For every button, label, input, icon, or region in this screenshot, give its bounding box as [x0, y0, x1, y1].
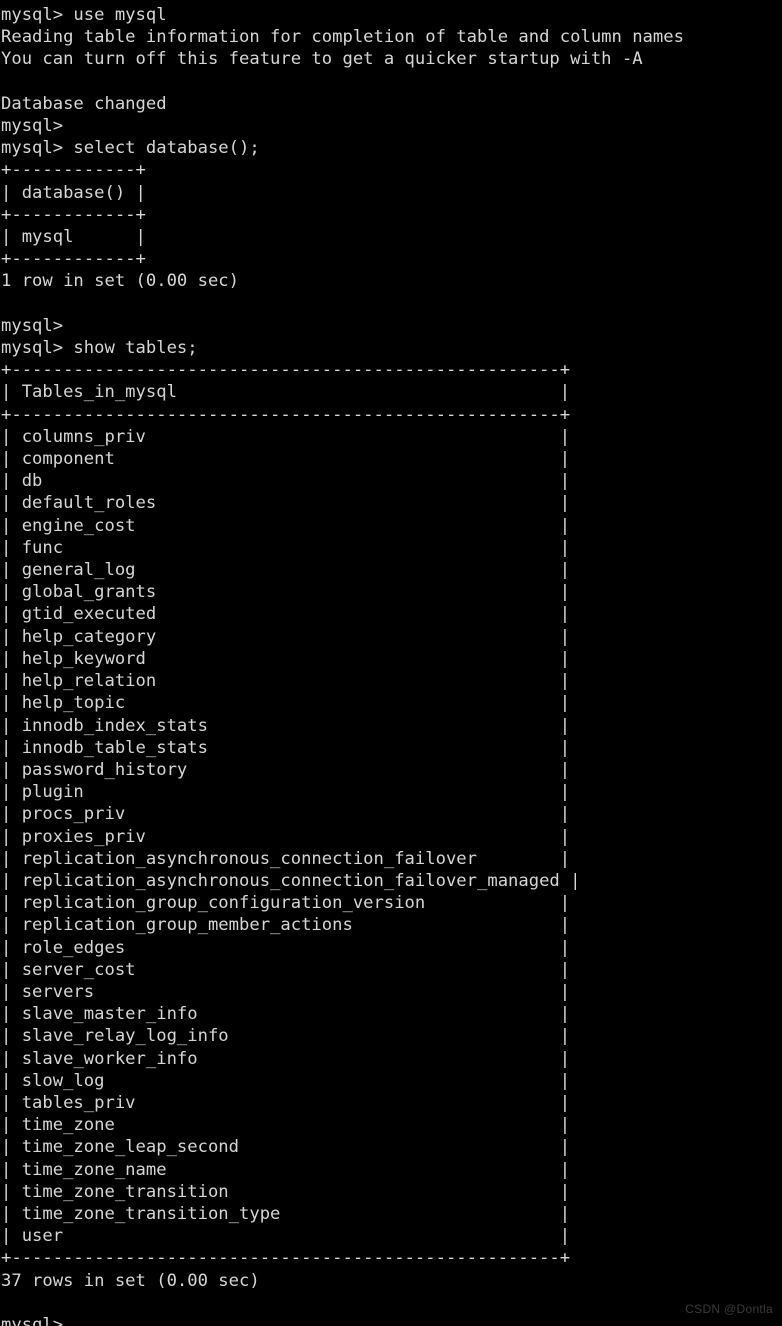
terminal-line: | general_log |	[1, 560, 571, 581]
terminal-line: | role_edges |	[1, 937, 571, 958]
terminal-line: +---------------------------------------…	[1, 1248, 571, 1269]
terminal-line: | replication_group_configuration_versio…	[1, 893, 571, 914]
terminal-line: +---------------------------------------…	[1, 404, 571, 425]
terminal-line: mysql> select database();	[1, 138, 260, 159]
terminal-line: mysql>	[1, 315, 64, 336]
terminal-line: mysql>	[1, 116, 64, 137]
terminal-line: | slave_worker_info |	[1, 1048, 571, 1069]
terminal-line: +---------------------------------------…	[1, 360, 571, 381]
terminal-line: | Tables_in_mysql |	[1, 382, 571, 403]
terminal-line: | component |	[1, 449, 571, 470]
terminal-line: mysql> show tables;	[1, 338, 198, 359]
terminal-line: | slave_relay_log_info |	[1, 1026, 571, 1047]
terminal-line: | servers |	[1, 981, 571, 1002]
terminal-line: | user |	[1, 1226, 571, 1247]
terminal-line: | time_zone_leap_second |	[1, 1137, 571, 1158]
terminal-line: | procs_priv |	[1, 804, 571, 825]
terminal-line: | func |	[1, 537, 571, 558]
terminal-line: mysql> use mysql	[1, 5, 167, 25]
terminal-line: | innodb_index_stats |	[1, 715, 571, 736]
terminal-line: 37 rows in set (0.00 sec)	[1, 1270, 260, 1291]
terminal-line: | db |	[1, 471, 571, 492]
terminal-line: | help_topic |	[1, 693, 571, 714]
terminal-line: | server_cost |	[1, 959, 571, 980]
terminal-line: You can turn off this feature to get a q…	[1, 49, 643, 70]
terminal-line: +------------+	[1, 160, 146, 181]
terminal-line: | plugin |	[1, 782, 571, 803]
terminal-line: | innodb_table_stats |	[1, 737, 571, 758]
terminal-line: | replication_asynchronous_connection_fa…	[1, 870, 581, 891]
terminal-line: | gtid_executed |	[1, 604, 571, 625]
terminal-line: | tables_priv |	[1, 1092, 571, 1113]
terminal-output-console[interactable]: mysql> use mysql Reading table informatio…	[1, 4, 782, 1326]
terminal-line: | database() |	[1, 182, 146, 203]
terminal-line: | time_zone |	[1, 1115, 571, 1136]
terminal-line: | replication_asynchronous_connection_fa…	[1, 848, 571, 869]
terminal-line: 1 row in set (0.00 sec)	[1, 271, 239, 292]
terminal-window[interactable]: mysql> use mysql Reading table informatio…	[0, 0, 782, 1326]
terminal-line: | engine_cost |	[1, 515, 571, 536]
terminal-line: | proxies_priv |	[1, 826, 571, 847]
terminal-line: Database changed	[1, 93, 167, 114]
terminal-line: | password_history |	[1, 759, 571, 780]
terminal-line: | replication_group_member_actions |	[1, 915, 571, 936]
terminal-line: | help_keyword |	[1, 648, 571, 669]
terminal-line: | slave_master_info |	[1, 1004, 571, 1025]
terminal-line: | help_category |	[1, 626, 571, 647]
csdn-watermark: CSDN @Dontla	[685, 1302, 773, 1316]
terminal-line: | time_zone_transition_type |	[1, 1203, 571, 1224]
terminal-line: Reading table information for completion…	[1, 27, 684, 48]
terminal-line: mysql>	[1, 1314, 64, 1326]
terminal-line: | columns_priv |	[1, 426, 571, 447]
terminal-line: +------------+	[1, 249, 146, 270]
terminal-line: | help_relation |	[1, 671, 571, 692]
terminal-line: | time_zone_name |	[1, 1159, 571, 1180]
terminal-line: | slow_log |	[1, 1070, 571, 1091]
terminal-line: | time_zone_transition |	[1, 1181, 571, 1202]
terminal-line: | global_grants |	[1, 582, 571, 603]
terminal-line: | default_roles |	[1, 493, 571, 514]
terminal-line: +------------+	[1, 204, 146, 225]
terminal-line: | mysql |	[1, 227, 146, 248]
